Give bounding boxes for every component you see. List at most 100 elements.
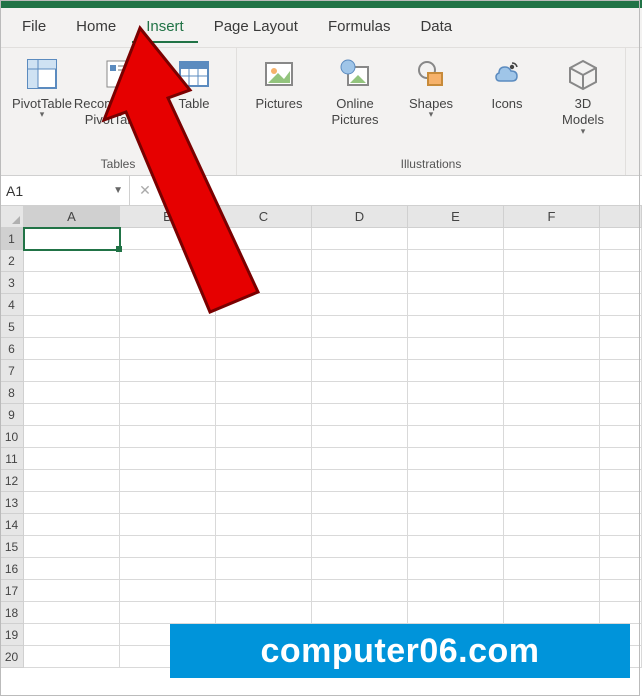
cell[interactable] <box>216 360 312 382</box>
cell[interactable] <box>408 448 504 470</box>
cell[interactable] <box>120 470 216 492</box>
cell[interactable] <box>216 294 312 316</box>
row-header-8[interactable]: 8 <box>0 382 24 404</box>
cell[interactable] <box>600 338 642 360</box>
cell[interactable] <box>504 580 600 602</box>
cell[interactable] <box>408 602 504 624</box>
cell[interactable] <box>120 360 216 382</box>
cell[interactable] <box>600 404 642 426</box>
cell[interactable] <box>408 382 504 404</box>
cell[interactable] <box>24 382 120 404</box>
row-header-12[interactable]: 12 <box>0 470 24 492</box>
cell[interactable] <box>120 338 216 360</box>
cell[interactable] <box>216 250 312 272</box>
cell[interactable] <box>24 272 120 294</box>
cell[interactable] <box>408 558 504 580</box>
cell[interactable] <box>312 404 408 426</box>
fx-icon[interactable]: fx <box>184 183 195 199</box>
cell[interactable] <box>120 294 216 316</box>
cell[interactable] <box>600 316 642 338</box>
cell[interactable] <box>408 536 504 558</box>
cell[interactable] <box>504 250 600 272</box>
cell[interactable] <box>504 272 600 294</box>
cell[interactable] <box>312 426 408 448</box>
cell[interactable] <box>24 426 120 448</box>
cell[interactable] <box>312 470 408 492</box>
cell[interactable] <box>504 558 600 580</box>
cell[interactable] <box>216 338 312 360</box>
cell[interactable] <box>600 448 642 470</box>
row-header-16[interactable]: 16 <box>0 558 24 580</box>
cell[interactable] <box>312 316 408 338</box>
cell[interactable] <box>600 514 642 536</box>
cell[interactable] <box>24 602 120 624</box>
cell[interactable] <box>408 426 504 448</box>
cell[interactable] <box>120 558 216 580</box>
cell[interactable] <box>504 448 600 470</box>
cell[interactable] <box>408 316 504 338</box>
column-header-E[interactable]: E <box>408 206 504 227</box>
pictures-button[interactable]: Pictures <box>241 52 317 134</box>
online-pictures-button[interactable]: OnlinePictures <box>317 52 393 134</box>
cell[interactable] <box>312 382 408 404</box>
cell[interactable] <box>216 448 312 470</box>
cell[interactable] <box>504 426 600 448</box>
column-header-B[interactable]: B <box>120 206 216 227</box>
cell[interactable] <box>216 228 312 250</box>
row-header-10[interactable]: 10 <box>0 426 24 448</box>
cell[interactable] <box>504 228 600 250</box>
row-header-7[interactable]: 7 <box>0 360 24 382</box>
row-header-14[interactable]: 14 <box>0 514 24 536</box>
cell[interactable] <box>216 514 312 536</box>
cell[interactable] <box>504 602 600 624</box>
cell[interactable] <box>600 294 642 316</box>
cell[interactable] <box>24 250 120 272</box>
cell[interactable] <box>312 602 408 624</box>
row-header-13[interactable]: 13 <box>0 492 24 514</box>
cell[interactable] <box>408 272 504 294</box>
cancel-formula-button[interactable]: ✕ <box>136 182 154 199</box>
cell[interactable] <box>24 228 120 250</box>
tab-home[interactable]: Home <box>62 12 130 43</box>
cell[interactable] <box>312 448 408 470</box>
cell[interactable] <box>312 536 408 558</box>
tab-formulas[interactable]: Formulas <box>314 12 405 43</box>
cell[interactable] <box>600 580 642 602</box>
cell[interactable] <box>600 558 642 580</box>
cell[interactable] <box>312 514 408 536</box>
cell[interactable] <box>600 602 642 624</box>
cell[interactable] <box>24 470 120 492</box>
cell[interactable] <box>216 580 312 602</box>
cell[interactable] <box>120 316 216 338</box>
tab-file[interactable]: File <box>8 12 60 43</box>
row-header-9[interactable]: 9 <box>0 404 24 426</box>
tab-insert[interactable]: Insert <box>132 12 198 43</box>
row-header-6[interactable]: 6 <box>0 338 24 360</box>
cell[interactable] <box>504 470 600 492</box>
cell[interactable] <box>120 404 216 426</box>
cell[interactable] <box>504 316 600 338</box>
cell[interactable] <box>120 228 216 250</box>
row-header-3[interactable]: 3 <box>0 272 24 294</box>
row-header-20[interactable]: 20 <box>0 646 24 668</box>
column-header-overflow[interactable] <box>600 206 642 227</box>
cell[interactable] <box>216 470 312 492</box>
row-header-11[interactable]: 11 <box>0 448 24 470</box>
column-header-A[interactable]: A <box>24 206 120 227</box>
cell[interactable] <box>600 228 642 250</box>
cell[interactable] <box>312 492 408 514</box>
cell[interactable] <box>120 250 216 272</box>
cell[interactable] <box>24 404 120 426</box>
cell[interactable] <box>24 646 120 668</box>
cell[interactable] <box>408 228 504 250</box>
cell[interactable] <box>216 316 312 338</box>
cell[interactable] <box>120 514 216 536</box>
cell[interactable] <box>600 470 642 492</box>
cell[interactable] <box>504 360 600 382</box>
cell[interactable] <box>216 536 312 558</box>
cell[interactable] <box>216 492 312 514</box>
shapes-button[interactable]: Shapes▾ <box>393 52 469 134</box>
cell[interactable] <box>120 602 216 624</box>
cell[interactable] <box>120 426 216 448</box>
cell[interactable] <box>24 360 120 382</box>
